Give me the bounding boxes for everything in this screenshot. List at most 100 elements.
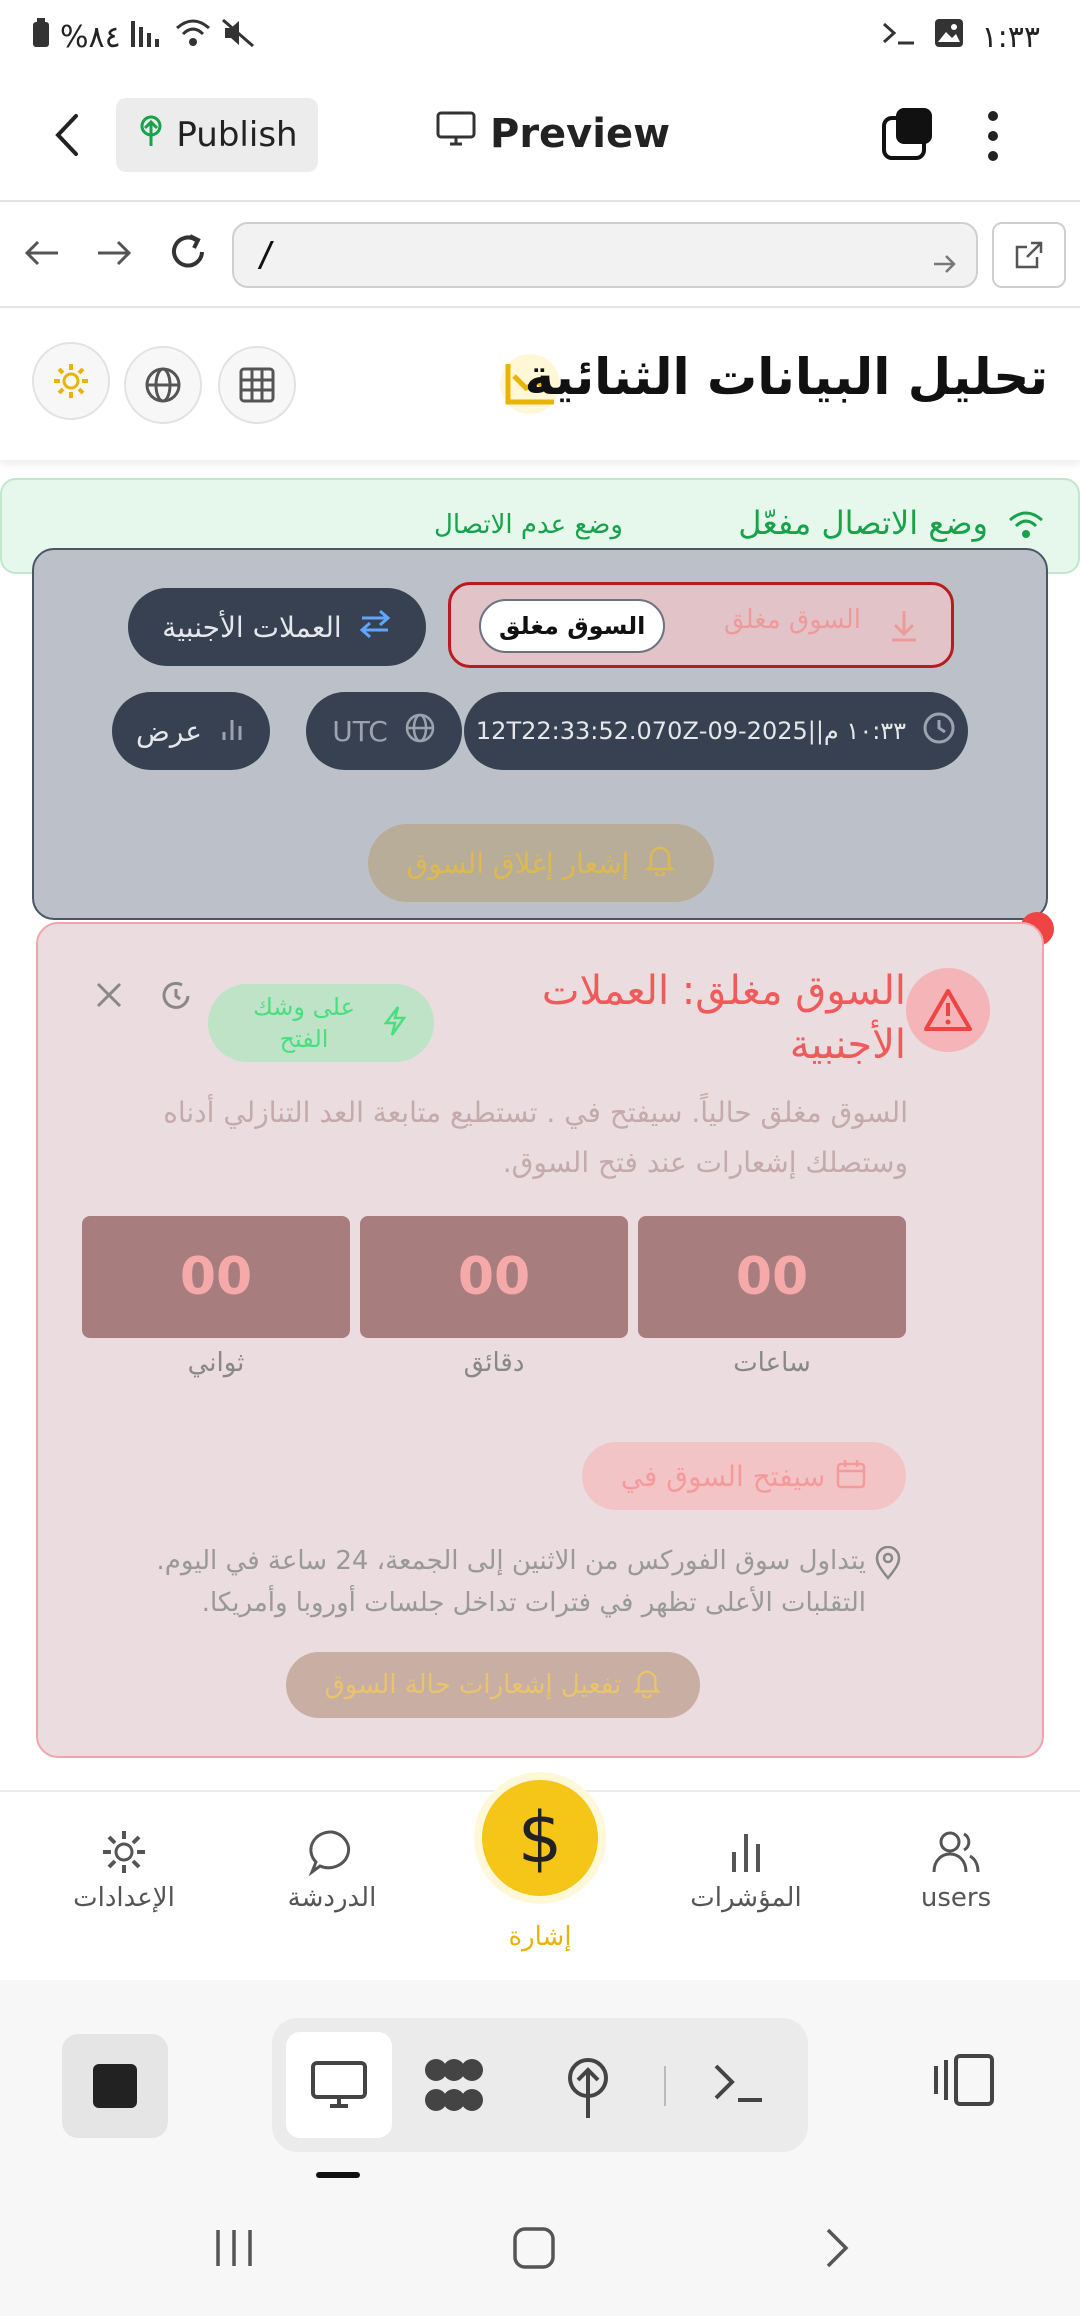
bar-chart-icon xyxy=(218,714,246,749)
divider xyxy=(664,2066,666,2106)
nav-signal-label[interactable]: إشارة xyxy=(450,1922,630,1952)
card-description: السوق مغلق حالياً. سيفتح في . تستطيع متا… xyxy=(163,1096,908,1179)
datetime-text: ١٠:٣٣ م||2025-09-12T22:33:52.070Z xyxy=(475,717,907,745)
seconds-label: ثواني xyxy=(187,1348,245,1378)
arrow-left-icon xyxy=(24,240,58,266)
page-header: تحليل البيانات الثنائية xyxy=(0,310,1080,460)
stop-icon xyxy=(93,2064,137,2108)
close-icon xyxy=(96,982,122,1008)
back-button[interactable] xyxy=(52,110,82,164)
files-view-button[interactable] xyxy=(422,2056,486,2120)
about-to-open-label: على وشك الفتح xyxy=(253,993,355,1053)
reload-button[interactable] xyxy=(168,232,208,276)
active-indicator xyxy=(316,2172,360,2178)
chat-icon xyxy=(308,1830,351,1877)
close-card-button[interactable] xyxy=(94,980,124,1014)
settings-round-button[interactable] xyxy=(32,342,110,420)
stop-button[interactable] xyxy=(62,2034,168,2138)
publish-button[interactable]: Publish xyxy=(116,98,318,172)
clock-time: ١:٣٣ xyxy=(981,19,1040,55)
nav-indicators[interactable]: المؤشرات xyxy=(656,1828,836,1913)
open-external-button[interactable] xyxy=(992,222,1066,288)
users-icon xyxy=(932,1831,980,1873)
close-notification-label: إشعار إغلاق السوق xyxy=(406,846,630,880)
status-right: ١:٣٣ xyxy=(882,18,1040,56)
recents-icon xyxy=(216,2230,252,2266)
nav-chat[interactable]: الدردشة xyxy=(242,1828,422,1913)
monitor-icon xyxy=(436,111,476,157)
status-left: %٨٤ xyxy=(32,18,255,56)
enable-notifications-button[interactable]: تفعيل إشعارات حالة السوق xyxy=(286,1652,700,1718)
timezone-button[interactable]: UTC xyxy=(306,692,462,770)
warning-badge xyxy=(906,968,990,1052)
preview-label: Preview xyxy=(490,111,671,157)
monitor-view-icon xyxy=(311,2061,367,2108)
preview-view-button[interactable] xyxy=(286,2032,392,2138)
nav-settings-label: الإعدادات xyxy=(73,1883,175,1913)
tabs-button[interactable] xyxy=(880,106,936,166)
terminal-icon xyxy=(882,20,916,55)
minutes-value: 00 xyxy=(457,1247,531,1307)
swap-icon xyxy=(358,609,392,646)
timezone-label: UTC xyxy=(332,714,388,748)
opens-at-label: سيفتح السوق في xyxy=(620,1459,826,1493)
go-arrow-icon[interactable] xyxy=(932,244,958,284)
wifi-connected-icon xyxy=(1008,510,1044,544)
seconds-value: 00 xyxy=(179,1247,253,1307)
opens-at-button[interactable]: سيفتح السوق في xyxy=(582,1442,906,1510)
datetime-display: ١٠:٣٣ م||2025-09-12T22:33:52.070Z xyxy=(464,692,968,770)
browser-bar: / xyxy=(0,202,1080,308)
language-button[interactable] xyxy=(124,346,202,424)
close-notification-button[interactable]: إشعار إغلاق السوق xyxy=(368,824,714,902)
nav-users[interactable]: users xyxy=(866,1828,1046,1913)
nav-settings[interactable]: الإعدادات xyxy=(34,1828,214,1913)
warning-icon xyxy=(924,989,972,1031)
browser-forward-button[interactable] xyxy=(96,238,132,272)
reload-icon xyxy=(172,234,204,268)
view-switcher xyxy=(272,2018,808,2152)
preview-tab[interactable]: Preview xyxy=(436,104,670,164)
timer-reset-icon xyxy=(162,981,190,1009)
nav-chat-label: الدردشة xyxy=(287,1883,377,1913)
download-icon xyxy=(889,609,919,647)
bell-small-icon xyxy=(633,1668,662,1702)
market-status-banner: السوق مغلق السوق مغلق xyxy=(448,582,954,668)
console-view-button[interactable] xyxy=(712,2062,764,2110)
battery-icon xyxy=(32,18,50,56)
hours-box: 00 xyxy=(638,1216,906,1338)
sidebar-panel-icon xyxy=(934,2054,994,2106)
refresh-timer-button[interactable] xyxy=(158,978,194,1018)
market-closed-card: السوق مغلق: العملات الأجنبية على وشك الف… xyxy=(36,922,1044,1758)
enable-notifications-label: تفعيل إشعارات حالة السوق xyxy=(324,1670,622,1700)
minutes-label: دقائق xyxy=(463,1348,525,1378)
grid-view-button[interactable] xyxy=(218,346,296,424)
browser-back-button[interactable] xyxy=(24,238,60,272)
home-button[interactable] xyxy=(512,2226,556,2274)
signal-fab-button[interactable]: $ xyxy=(474,1772,606,1904)
hours-label: ساعات xyxy=(733,1348,811,1378)
url-input[interactable]: / xyxy=(232,222,978,288)
gear-icon xyxy=(54,364,88,398)
grid-icon xyxy=(239,367,275,403)
bell-icon xyxy=(645,844,676,883)
calendar-icon xyxy=(835,1458,867,1494)
system-back-button[interactable] xyxy=(822,2226,852,2274)
deploy-view-button[interactable] xyxy=(562,2056,614,2124)
globe-small-icon xyxy=(404,712,436,751)
app-header: Publish Preview xyxy=(0,80,1080,202)
forex-selector-button[interactable]: العملات الأجنبية xyxy=(128,588,426,666)
ide-toolbar xyxy=(0,1980,1080,2190)
market-control-panel: السوق مغلق السوق مغلق العملات الأجنبية ١… xyxy=(32,548,1048,920)
wifi-icon xyxy=(175,18,211,56)
more-menu-button[interactable] xyxy=(986,108,1000,168)
recents-button[interactable] xyxy=(212,2226,256,2274)
external-link-icon xyxy=(1015,241,1043,269)
indicators-icon xyxy=(732,1834,760,1872)
offline-mode-toggle[interactable]: وضع عدم الاتصال xyxy=(434,510,623,540)
market-status-faded: السوق مغلق xyxy=(724,605,861,635)
view-label: عرض xyxy=(135,714,202,748)
location-icon xyxy=(874,1545,902,1584)
panel-toggle-button[interactable] xyxy=(932,2052,996,2112)
blocks-icon xyxy=(425,2059,483,2111)
view-button[interactable]: عرض xyxy=(112,692,270,770)
